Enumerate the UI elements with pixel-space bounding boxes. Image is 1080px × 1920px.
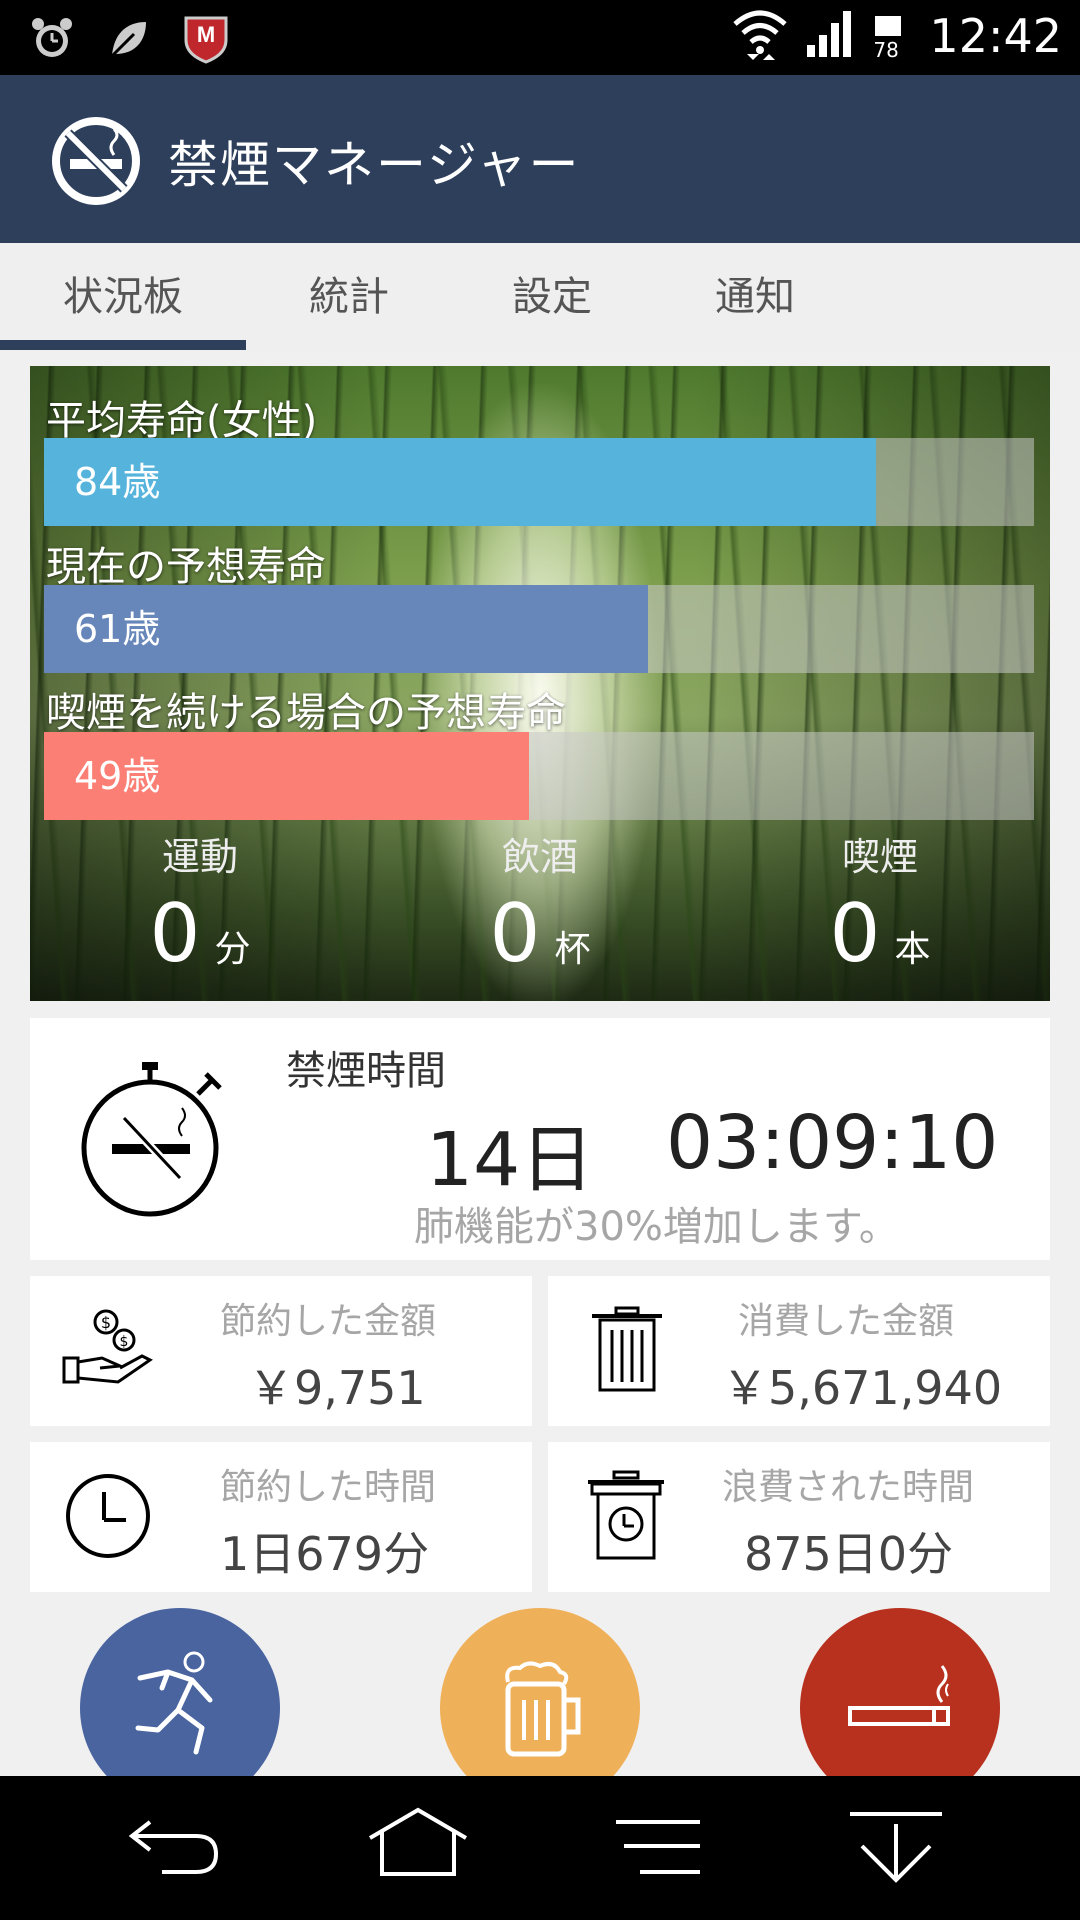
stat-label: 消費した金額 xyxy=(738,1301,955,1342)
quit-clock: 03:09:10 xyxy=(666,1100,999,1186)
svg-text:$: $ xyxy=(120,1334,129,1350)
counter-value: 0 xyxy=(829,887,881,980)
life-expectancy-panel: 平均寿命(女性) 84歳 現在の予想寿命 61歳 喫煙を続ける場合の予想寿命 4… xyxy=(30,366,1050,1001)
counter-label: 飲酒 xyxy=(501,835,578,879)
active-tab-indicator xyxy=(0,340,246,350)
clock: 12:42 xyxy=(929,9,1062,63)
navigation-bar xyxy=(0,1776,1080,1920)
stat-value: ￥9,751 xyxy=(248,1361,426,1415)
alarm-icon xyxy=(28,14,76,66)
counter-drinking: 飲酒 0杯 xyxy=(430,826,650,980)
beer-mug-icon xyxy=(498,1660,588,1764)
menu-icon[interactable] xyxy=(616,1818,706,1882)
signal-icon xyxy=(805,9,853,63)
counter-label: 運動 xyxy=(161,835,238,879)
stat-label: 節約した金額 xyxy=(220,1301,437,1342)
svg-text:$: $ xyxy=(101,1313,111,1332)
stat-card-money-spent: 消費した金額 ￥5,671,940 xyxy=(548,1276,1050,1426)
counter-unit: 本 xyxy=(894,929,931,970)
money-hand-icon: $ $ xyxy=(62,1306,154,1394)
counter-unit: 杯 xyxy=(554,929,591,970)
stat-card-time-saved: 節約した時間 1日679分 xyxy=(30,1442,532,1592)
counter-value: 0 xyxy=(149,887,201,980)
tab-bar: 状況板 統計 設定 通知 xyxy=(0,243,1080,351)
app-bar: 禁煙マネージャー xyxy=(0,75,1080,243)
tab-notifications[interactable]: 通知 xyxy=(652,243,858,351)
stat-card-time-wasted: 浪費された時間 875日0分 xyxy=(548,1442,1050,1592)
mcafee-icon: M xyxy=(180,12,232,68)
tab-statistics[interactable]: 統計 xyxy=(246,243,452,351)
stat-value: ￥5,671,940 xyxy=(722,1361,1003,1415)
status-bar: M 78 12:42 xyxy=(0,0,1080,75)
counter-smoking: 喫煙 0本 xyxy=(770,826,990,980)
tab-label: 統計 xyxy=(309,274,389,320)
bar-track-average: 84歳 xyxy=(44,438,1034,526)
trash-can-icon xyxy=(590,1306,664,1398)
tab-label: 状況板 xyxy=(63,274,183,320)
stat-label: 節約した時間 xyxy=(220,1467,437,1508)
cigarette-icon xyxy=(846,1656,956,1740)
counter-unit: 分 xyxy=(214,929,251,970)
health-message: 肺機能が30%増加します。 xyxy=(414,1204,899,1250)
tab-settings[interactable]: 設定 xyxy=(452,243,652,351)
bar-track-continue-smoking: 49歳 xyxy=(44,732,1034,820)
tab-dashboard[interactable]: 状況板 xyxy=(0,243,246,351)
clock-icon xyxy=(64,1472,152,1564)
tab-label: 設定 xyxy=(512,274,592,320)
battery-icon: 78 xyxy=(871,8,911,64)
bar-fill-average xyxy=(44,438,876,526)
notification-pull-icon[interactable] xyxy=(848,1810,944,1890)
stat-value: 1日679分 xyxy=(220,1527,430,1581)
bar-label-current: 現在の予想寿命 xyxy=(46,544,326,590)
bar-track-current: 61歳 xyxy=(44,585,1034,673)
stat-label: 浪費された時間 xyxy=(722,1467,975,1508)
stat-value: 875日0分 xyxy=(744,1527,954,1581)
quit-time-label: 禁煙時間 xyxy=(286,1048,446,1094)
trash-clock-icon xyxy=(586,1470,666,1566)
home-icon[interactable] xyxy=(366,1806,470,1882)
counter-label: 喫煙 xyxy=(841,835,918,879)
bar-value-current: 61歳 xyxy=(74,607,161,651)
bar-value-continue-smoking: 49歳 xyxy=(74,754,161,798)
bar-value-average: 84歳 xyxy=(74,460,161,504)
bar-label-continue-smoking: 喫煙を続ける場合の予想寿命 xyxy=(46,690,566,736)
battery-level: 78 xyxy=(873,38,899,62)
svg-text:M: M xyxy=(197,22,215,47)
quit-days: 14日 xyxy=(426,1117,595,1203)
leaf-icon xyxy=(104,14,152,66)
stopwatch-icon xyxy=(80,1058,230,1218)
wifi-icon xyxy=(733,8,788,64)
stat-card-money-saved: $ $ 節約した金額 ￥9,751 xyxy=(30,1276,532,1426)
app-title: 禁煙マネージャー xyxy=(168,136,581,194)
counter-value: 0 xyxy=(489,887,541,980)
no-smoking-icon xyxy=(50,115,142,207)
counter-exercise: 運動 0分 xyxy=(90,826,310,980)
tab-label: 通知 xyxy=(715,274,795,320)
running-person-icon xyxy=(132,1648,232,1762)
quit-time-card: 禁煙時間 14日 03:09:10 肺機能が30%増加します。 xyxy=(30,1018,1050,1260)
back-icon[interactable] xyxy=(126,1814,222,1884)
